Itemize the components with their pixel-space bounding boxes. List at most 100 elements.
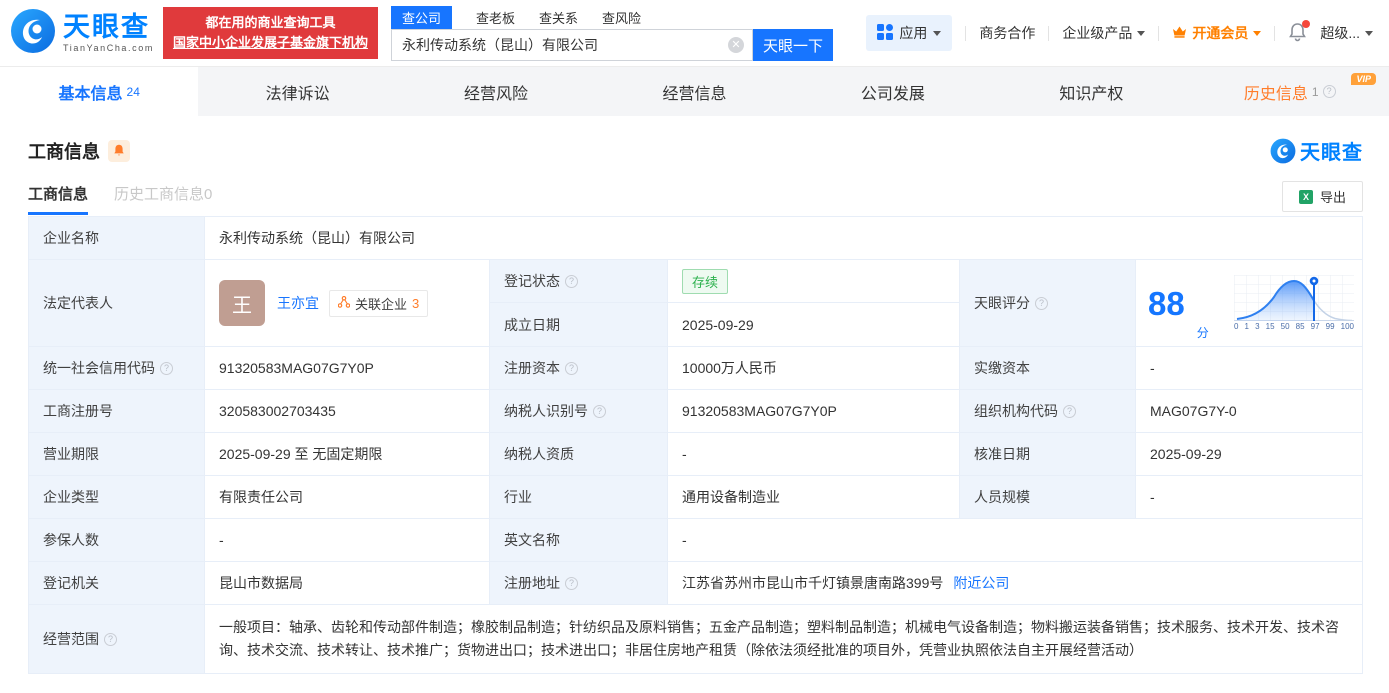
monitor-bell-icon[interactable] [108,139,130,162]
paid-capital-value: - [1136,347,1362,390]
tianyancha-logo[interactable]: 天眼查 TianYanCha.com [10,8,154,59]
business-scope-label: 经营范围 ? [29,605,205,673]
export-button[interactable]: X 导出 [1281,181,1363,212]
company-detail-tabs: 基本信息 24 法律诉讼 经营风险 经营信息 公司发展 知识产权 VIP 历史信… [0,66,1389,116]
org-code-value: MAG07G7Y-0 [1136,390,1362,433]
nav-open-vip[interactable]: 开通会员 [1172,23,1262,43]
nav-super-account[interactable]: 超级... [1320,23,1373,43]
approval-date-value: 2025-09-29 [1136,433,1362,476]
section-title: 工商信息 [28,141,100,162]
chevron-down-icon [1253,31,1262,40]
tab-legal-proceedings[interactable]: 法律诉讼 [198,67,396,116]
search-area: 查公司 查老板 查关系 查风险 ✕ 天眼一下 [390,5,833,61]
reg-status-cell: 存续 [668,260,960,303]
taxpayer-id-label-text: 纳税人识别号 [504,403,588,419]
tab-company-development-label: 公司发展 [860,85,925,103]
chevron-down-icon [933,31,942,40]
tab-company-development[interactable]: 公司发展 [794,67,992,116]
help-icon[interactable]: ? [1322,85,1336,98]
clear-search-icon[interactable]: ✕ [727,37,744,53]
business-info-table: 企业名称 永利传动系统（昆山）有限公司 法定代表人 王 王亦宜 关联企业 3 登… [28,216,1363,674]
search-tab-company[interactable]: 查公司 [390,5,452,29]
related-companies-badge[interactable]: 关联企业 3 [329,289,429,317]
network-icon [337,295,351,311]
english-name-label: 英文名称 [490,519,668,562]
notification-bell-icon[interactable] [1288,19,1311,45]
axis-tick: 97 [1310,322,1320,331]
reg-capital-label: 注册资本 ? [490,347,668,390]
legal-rep-avatar[interactable]: 王 [219,280,265,326]
reg-authority-value: 昆山市数据局 [205,562,490,605]
help-icon[interactable]: ? [1063,404,1076,418]
score-chart-axis: 0 1 3 15 50 85 97 99 100 [1234,322,1354,331]
help-icon[interactable]: ? [1035,296,1048,310]
staff-size-value: - [1136,476,1362,519]
tab-basic-info-count: 24 [126,84,140,99]
help-icon[interactable]: ? [565,576,578,590]
enterprise-products-label: 企业级产品 [1062,25,1133,41]
nav-business-cooperation[interactable]: 商务合作 [979,23,1035,43]
tab-history-info[interactable]: VIP 历史信息 1 ? [1191,67,1389,116]
search-button[interactable]: 天眼一下 [752,29,833,61]
industry-value: 通用设备制造业 [668,476,960,519]
subtab-history-label: 历史工商信息 [114,185,205,203]
search-tab-boss[interactable]: 查老板 [476,8,515,27]
axis-tick: 99 [1325,322,1335,331]
score-cell[interactable]: 88 分 0 1 3 15 50 85 97 99 100 [1136,260,1362,347]
search-input[interactable] [390,29,753,61]
subtab-history-business-info[interactable]: 历史工商信息0 [114,183,212,215]
help-icon[interactable]: ? [565,361,578,375]
score-label-text: 天眼评分 [974,295,1030,311]
reg-address-label-text: 注册地址 [504,575,560,591]
taxpayer-quality-value: - [668,433,960,476]
reg-authority-label: 登记机关 [29,562,205,605]
divider [965,25,967,41]
english-name-value: - [668,519,1362,562]
tab-operation-risk[interactable]: 经营风险 [397,67,595,116]
insured-count-label: 参保人数 [29,519,205,562]
help-icon[interactable]: ? [565,274,578,288]
logo-title: 天眼查 [63,11,150,42]
nav-enterprise-products[interactable]: 企业级产品 [1062,23,1146,43]
paid-capital-label: 实缴资本 [960,347,1136,390]
taxpayer-id-label: 纳税人识别号 ? [490,390,668,433]
open-vip-label: 开通会员 [1192,25,1249,41]
business-scope-cell: 一般项目：轴承、齿轮和传动部件制造；橡胶制品制造；针纺织品及原料销售；五金产品制… [205,605,1362,673]
help-icon[interactable]: ? [160,361,173,375]
subtab-business-info[interactable]: 工商信息 [28,183,89,215]
tab-intellectual-property[interactable]: 知识产权 [992,67,1190,116]
tab-operation-risk-label: 经营风险 [464,85,529,103]
divider [1048,25,1050,41]
legal-rep-label: 法定代表人 [29,260,205,347]
tab-operation-info[interactable]: 经营信息 [595,67,793,116]
tab-history-info-count: 1 [1311,84,1319,99]
reg-address-label: 注册地址 ? [490,562,668,605]
search-tab-relation[interactable]: 查关系 [539,8,578,27]
help-icon[interactable]: ? [104,632,117,646]
legal-rep-name-link[interactable]: 王亦宜 [277,293,319,313]
company-name-label: 企业名称 [29,217,205,260]
reg-number-label: 工商注册号 [29,390,205,433]
watermark-text: 天眼查 [1300,142,1363,164]
company-name-value: 永利传动系统（昆山）有限公司 [205,217,1362,260]
org-code-label: 组织机构代码 ? [960,390,1136,433]
status-badge: 存续 [682,268,729,294]
tab-basic-info[interactable]: 基本信息 24 [0,67,199,116]
chevron-down-icon [1137,31,1146,40]
reg-address-cell: 江苏省苏州市昆山市千灯镇景唐南路399号 附近公司 [668,562,1362,605]
tab-legal-proceedings-label: 法律诉讼 [265,85,330,103]
slogan-line1: 都在用的商业查询工具 [205,14,336,30]
search-tab-risk[interactable]: 查风险 [602,8,641,27]
apps-menu-button[interactable]: 应用 [866,15,953,51]
apps-grid-icon [877,23,894,43]
axis-tick: 15 [1265,322,1275,331]
help-icon[interactable]: ? [593,404,606,418]
score-label: 天眼评分 ? [960,260,1136,347]
tianyancha-watermark: 天眼查 [1270,136,1363,165]
company-type-value: 有限责任公司 [205,476,490,519]
nearby-companies-link[interactable]: 附近公司 [953,573,1009,593]
staff-size-label: 人员规模 [960,476,1136,519]
establish-date-value: 2025-09-29 [668,303,960,347]
taxpayer-id-value: 91320583MAG07G7Y0P [668,390,960,433]
crown-icon [1172,25,1187,41]
